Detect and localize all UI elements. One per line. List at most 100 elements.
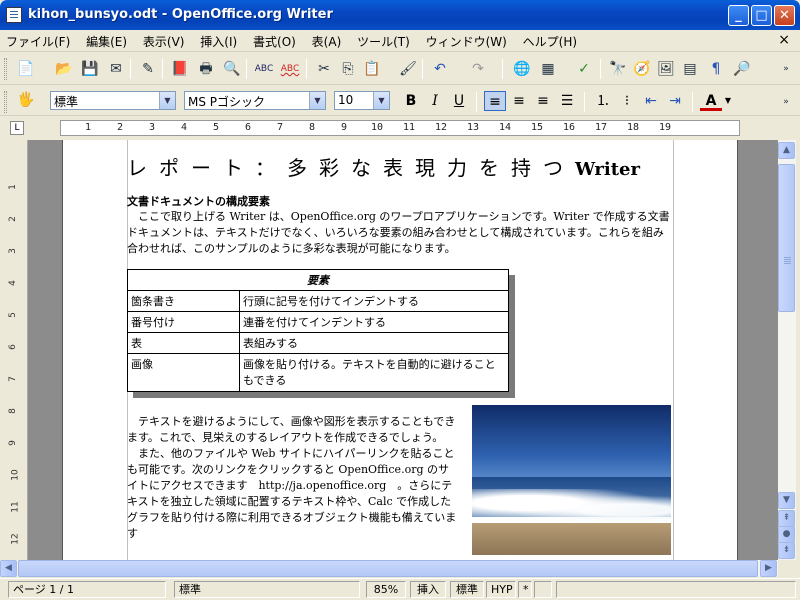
next-page-icon[interactable]: ⇟ [778, 542, 795, 559]
save-icon[interactable]: 💾 [80, 59, 100, 79]
vertical-ruler[interactable]: 1 2 3 4 5 6 7 8 9 10 11 12 [0, 140, 28, 560]
horizontal-scrollbar[interactable]: ◀ ▶ [0, 560, 778, 577]
table-cell[interactable]: 画像 [127, 353, 240, 392]
table-cell[interactable]: 番号付け [127, 311, 240, 333]
align-right-button[interactable]: ≡ [532, 91, 554, 111]
toolbar-grip[interactable] [4, 91, 7, 113]
document-canvas[interactable]: レポート：多彩な表現力を持つWriter 文書ドキュメントの構成要素 ここで取り… [28, 140, 778, 560]
bullets-icon[interactable]: ⁝ [616, 91, 638, 111]
zoom-icon[interactable]: 🔎 [732, 59, 752, 79]
table-cell[interactable]: 行頭に記号を付けてインデントする [239, 290, 509, 312]
justify-button[interactable]: ☰ [556, 91, 578, 111]
data-sources-icon[interactable]: ▤ [680, 59, 700, 79]
formatting-marks-icon[interactable]: ¶ [706, 59, 726, 79]
font-size-select[interactable]: 10 ▼ [334, 91, 390, 110]
close-document-icon[interactable]: × [778, 32, 790, 48]
tab-type-selector[interactable]: L [10, 121, 24, 135]
writer-document-icon[interactable] [6, 7, 22, 23]
wrap-paragraph-2[interactable]: また、他のファイルや Web サイトにハイパーリンクを貼ることも可能です。次のリ… [127, 446, 457, 542]
table-cell[interactable]: 箇条書き [127, 290, 240, 312]
table-row[interactable]: 表 表組みする [127, 332, 509, 354]
autospellcheck-icon[interactable]: ABC [280, 59, 300, 79]
page-style-indicator[interactable]: 標準 [174, 581, 360, 598]
italic-button[interactable]: I [424, 91, 446, 111]
spellcheck-icon[interactable]: ABC [254, 59, 274, 79]
format-paintbrush-icon[interactable]: 🖌 [398, 59, 418, 79]
email-icon[interactable]: ✉ [106, 59, 126, 79]
insert-mode-indicator[interactable]: 挿入 [410, 581, 446, 598]
table-row[interactable]: 番号付け 連番を付けてインデントする [127, 311, 509, 333]
show-draw-functions-icon[interactable]: ✓ [574, 59, 594, 79]
copy-icon[interactable]: ⎘ [338, 59, 358, 79]
section-heading[interactable]: 文書ドキュメントの構成要素 [127, 193, 270, 209]
menu-tools[interactable]: ツール(T) [351, 30, 416, 53]
horizontal-scroll-thumb[interactable] [18, 560, 758, 577]
scroll-down-button[interactable]: ▼ [778, 492, 795, 509]
title-bar[interactable]: kihon_bunsyo.odt - OpenOffice.org Writer… [0, 0, 800, 30]
close-button[interactable]: ✕ [774, 5, 795, 26]
signature-indicator[interactable] [534, 581, 552, 598]
chevron-down-icon[interactable]: ▼ [309, 92, 325, 109]
chevron-down-icon[interactable]: ▼ [159, 92, 175, 109]
gallery-icon[interactable]: 🖼 [656, 59, 676, 79]
menu-insert[interactable]: 挿入(I) [194, 30, 243, 53]
font-name-select[interactable]: MS Pゴシック ▼ [184, 91, 326, 110]
page-preview-icon[interactable]: 🔍 [222, 59, 242, 79]
font-color-dropdown-icon[interactable]: ▼ [722, 91, 734, 111]
open-icon[interactable]: 📂 [54, 59, 74, 79]
paste-icon[interactable]: 📋 [362, 59, 382, 79]
toolbar-overflow-icon[interactable]: » [776, 59, 796, 79]
document-title[interactable]: レポート：多彩な表現力を持つWriter [127, 152, 640, 181]
menu-window[interactable]: ウィンドウ(W) [420, 30, 513, 53]
vertical-scroll-thumb[interactable] [778, 164, 795, 312]
toolbar-overflow-icon[interactable]: » [776, 92, 796, 112]
selection-mode-indicator[interactable]: 標準 [450, 581, 484, 598]
decrease-indent-icon[interactable]: ⇤ [640, 91, 662, 111]
table-row[interactable]: 画像 画像を貼り付ける。テキストを自動的に避けることもできる [127, 353, 509, 392]
numbering-icon[interactable]: ⒈ [592, 91, 614, 111]
zoom-indicator[interactable]: 85% [366, 581, 406, 598]
increase-indent-icon[interactable]: ⇥ [664, 91, 686, 111]
menu-file[interactable]: ファイル(F) [0, 30, 76, 53]
font-color-button[interactable]: A [700, 91, 722, 111]
table-cell[interactable]: 画像を貼り付ける。テキストを自動的に避けることもできる [239, 353, 509, 392]
cut-icon[interactable]: ✂ [314, 59, 334, 79]
align-left-button[interactable]: ≡ [484, 91, 506, 111]
menu-table[interactable]: 表(A) [306, 30, 348, 53]
table-header[interactable]: 要素 [127, 269, 509, 291]
menu-edit[interactable]: 編集(E) [80, 30, 133, 53]
table-cell[interactable]: 連番を付けてインデントする [239, 311, 509, 333]
maximize-button[interactable]: □ [751, 5, 772, 26]
toolbar-grip[interactable] [4, 58, 7, 80]
page-indicator[interactable]: ページ 1 / 1 [8, 581, 166, 598]
underline-button[interactable]: U [448, 91, 470, 111]
table-icon[interactable]: ▦ [538, 59, 558, 79]
document-page[interactable]: レポート：多彩な表現力を持つWriter 文書ドキュメントの構成要素 ここで取り… [62, 140, 738, 560]
modified-indicator[interactable]: * [518, 581, 532, 598]
scroll-left-button[interactable]: ◀ [0, 560, 17, 577]
export-pdf-icon[interactable]: 📕 [170, 59, 190, 79]
print-icon[interactable]: 🖶 [196, 59, 216, 79]
horizontal-ruler[interactable]: 1 2 3 4 5 6 7 8 9 10 11 12 13 14 15 16 1… [60, 120, 740, 136]
new-document-icon[interactable]: 📄 [16, 59, 36, 79]
chevron-down-icon[interactable]: ▼ [373, 92, 389, 109]
undo-icon[interactable]: ↶ [430, 59, 450, 79]
scroll-up-button[interactable]: ▲ [778, 142, 795, 159]
styles-formatting-icon[interactable]: 🖐 [16, 90, 36, 110]
bold-button[interactable]: B [400, 91, 422, 111]
elements-table[interactable]: 要素 箇条書き 行頭に記号を付けてインデントする 番号付け 連番を付けてインデン… [127, 269, 509, 392]
table-cell[interactable]: 表 [127, 332, 240, 354]
navigation-icon[interactable]: ● [778, 526, 795, 543]
scroll-right-button[interactable]: ▶ [760, 560, 777, 577]
menu-help[interactable]: ヘルプ(H) [517, 30, 583, 53]
table-cell[interactable]: 表組みする [239, 332, 509, 354]
edit-mode-icon[interactable]: ✎ [138, 59, 158, 79]
paragraph-style-select[interactable]: 標準 ▼ [50, 91, 176, 110]
align-center-button[interactable]: ≡ [508, 91, 530, 111]
table-row[interactable]: 箇条書き 行頭に記号を付けてインデントする [127, 290, 509, 312]
navigator-icon[interactable]: 🧭 [632, 59, 652, 79]
find-replace-icon[interactable]: 🔭 [608, 59, 628, 79]
wrap-paragraph-1[interactable]: テキストを避けるようにして、画像や図形を表示することもできます。これで、見栄えの… [127, 414, 457, 446]
intro-paragraph[interactable]: ここで取り上げる Writer は、OpenOffice.org のワープロアプ… [127, 209, 673, 257]
minimize-button[interactable]: _ [728, 5, 749, 26]
